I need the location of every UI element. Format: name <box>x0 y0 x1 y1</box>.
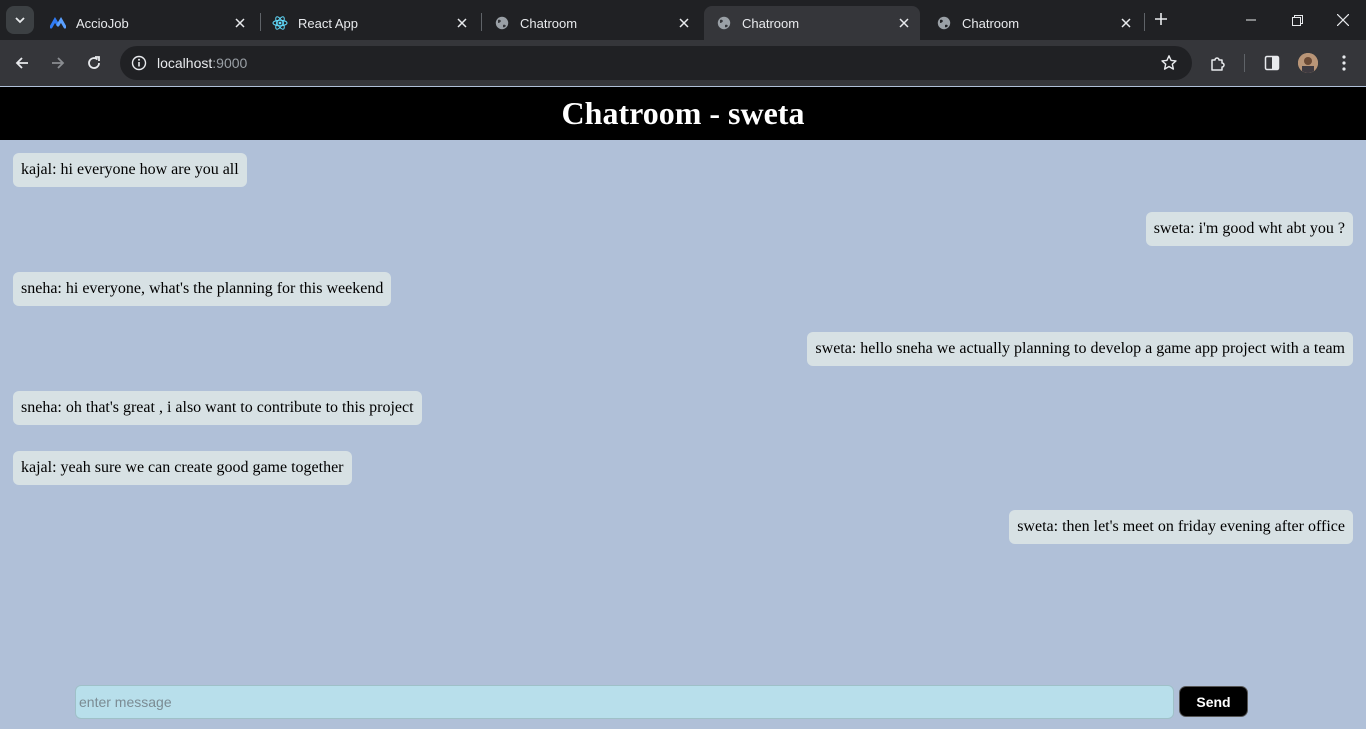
restore-icon <box>1291 14 1303 26</box>
restore-button[interactable] <box>1274 0 1320 40</box>
minimize-button[interactable] <box>1228 0 1274 40</box>
tab-divider <box>1144 13 1145 31</box>
close-icon[interactable] <box>232 15 248 31</box>
tab-chatroom-3[interactable]: Chatroom <box>924 6 1142 40</box>
address-bar[interactable]: localhost:9000 <box>120 46 1192 80</box>
tab-chatroom-active[interactable]: Chatroom <box>704 6 920 40</box>
reload-icon <box>88 56 100 69</box>
close-icon <box>1337 14 1349 26</box>
message-input[interactable] <box>75 685 1174 719</box>
close-window-button[interactable] <box>1320 0 1366 40</box>
message-bubble: kajal: hi everyone how are you all <box>13 153 247 187</box>
url-text: localhost:9000 <box>157 55 247 71</box>
profile-avatar[interactable] <box>1298 53 1318 73</box>
tab-title: React App <box>298 15 358 31</box>
tab-acciojob[interactable]: AccioJob <box>38 6 256 40</box>
page-title: Chatroom - sweta <box>561 95 805 131</box>
url-host: localhost <box>157 55 213 71</box>
message-bubble: sweta: then let's meet on friday evening… <box>1009 510 1353 544</box>
reload-button[interactable] <box>79 48 109 78</box>
chevron-down-icon <box>15 17 25 24</box>
close-icon[interactable] <box>454 15 470 31</box>
browser-toolbar: localhost:9000 <box>0 40 1366 86</box>
tab-title: Chatroom <box>742 15 800 31</box>
url-port: :9000 <box>212 55 248 71</box>
tab-chatroom-1[interactable]: Chatroom <box>482 6 700 40</box>
message-bubble: sneha: hi everyone, what's the planning … <box>13 272 392 306</box>
tab-title: Chatroom <box>962 15 1020 31</box>
close-icon[interactable] <box>1118 15 1134 31</box>
toolbar-divider <box>1244 54 1245 72</box>
close-icon[interactable] <box>896 15 912 31</box>
site-info-icon[interactable] <box>122 46 156 80</box>
extensions-icon[interactable] <box>1206 51 1230 75</box>
plus-icon <box>1155 13 1167 25</box>
tab-strip: AccioJob React App Chatroom Chatroom Cha… <box>0 0 1366 40</box>
globe-icon <box>936 15 952 31</box>
back-button[interactable] <box>7 48 37 78</box>
bookmark-star-icon[interactable] <box>1160 54 1178 72</box>
globe-icon <box>716 15 732 31</box>
send-button[interactable]: Send <box>1179 686 1248 717</box>
acciojob-icon <box>50 15 66 31</box>
menu-icon[interactable] <box>1332 51 1356 75</box>
new-tab-button[interactable] <box>1150 8 1172 30</box>
chatroom-header: Chatroom - sweta <box>0 87 1366 140</box>
message-bubble: kajal: yeah sure we can create good game… <box>13 451 352 485</box>
tab-search-button[interactable] <box>6 6 34 34</box>
message-bubble: sweta: i'm good wht abt you ? <box>1145 212 1353 246</box>
tab-title: Chatroom <box>520 15 578 31</box>
close-icon[interactable] <box>676 15 692 31</box>
minimize-icon <box>1246 19 1256 21</box>
globe-icon <box>494 15 510 31</box>
forward-button[interactable] <box>43 48 73 78</box>
message-bubble: sweta: hello sneha we actually planning … <box>807 332 1353 366</box>
message-bubble: sneha: oh that's great , i also want to … <box>13 391 422 425</box>
page-viewport: Chatroom - sweta kajal: hi everyone how … <box>0 86 1366 729</box>
tab-react-app[interactable]: React App <box>260 6 478 40</box>
tab-title: AccioJob <box>76 15 129 31</box>
react-icon <box>272 15 288 31</box>
side-panel-icon[interactable] <box>1260 51 1284 75</box>
arrow-left-icon <box>15 57 28 69</box>
arrow-right-icon <box>52 57 65 69</box>
